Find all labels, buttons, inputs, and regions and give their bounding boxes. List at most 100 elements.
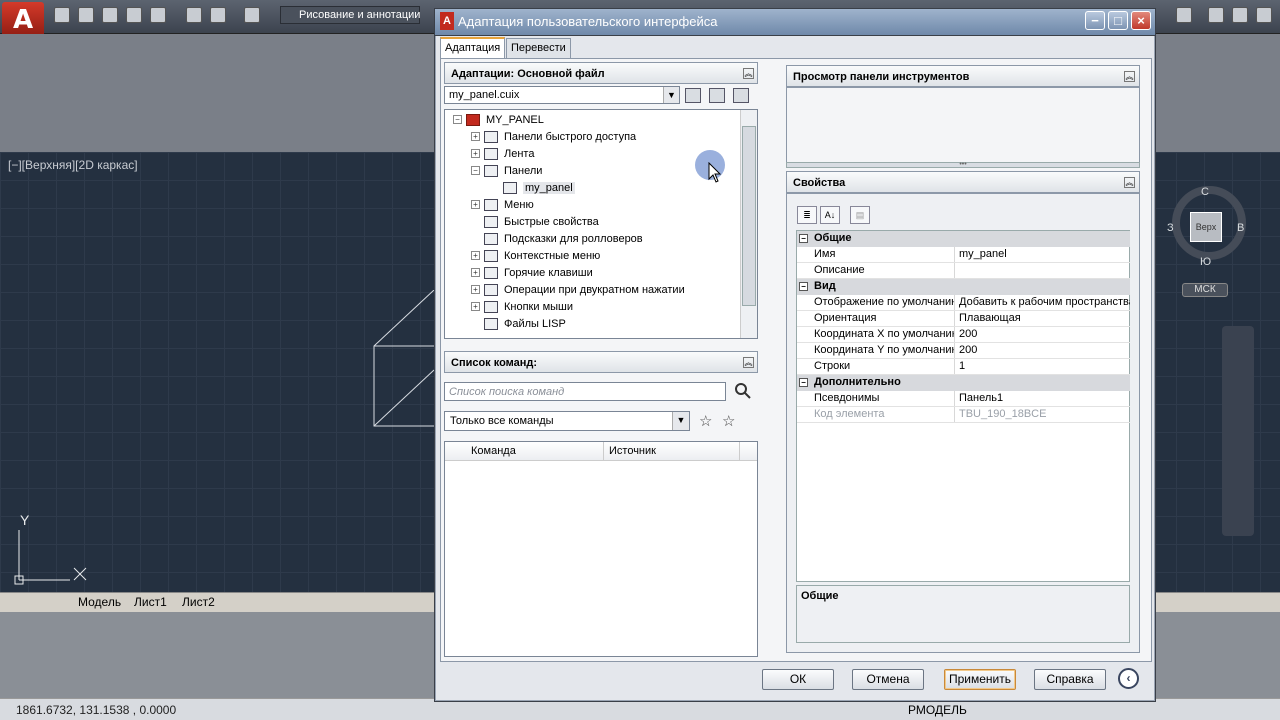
collapse-icon[interactable]: ︽ (1124, 177, 1135, 188)
collapse-category-icon[interactable]: − (799, 282, 808, 291)
tree-node-my-panel[interactable]: my_panel (503, 179, 575, 196)
tree-node-double-click[interactable]: + Операции при двукратном нажатии (471, 281, 685, 298)
tree-node-rollover-tooltips[interactable]: Подсказки для ролловеров (484, 230, 643, 247)
help-button[interactable]: Справка (1034, 669, 1106, 690)
property-row-rows[interactable]: Строки 1 (797, 359, 1130, 375)
tab-customize[interactable]: Адаптация (440, 37, 506, 58)
plot-icon[interactable] (150, 7, 166, 23)
print-icon[interactable] (186, 7, 202, 23)
command-filter-select[interactable]: Только все команды (444, 411, 690, 431)
property-value[interactable]: Плавающая (955, 311, 1130, 326)
collapse-icon[interactable]: ︽ (743, 357, 754, 368)
customization-file-select[interactable]: my_panel.cuix (444, 86, 680, 104)
undo-icon[interactable] (210, 7, 226, 23)
collapse-node-icon[interactable]: − (471, 166, 480, 175)
property-value[interactable]: 1 (955, 359, 1130, 374)
property-value[interactable]: my_panel (955, 247, 1130, 262)
close-app-icon[interactable] (1256, 7, 1272, 23)
scrollbar-thumb[interactable] (742, 126, 756, 306)
collapse-icon[interactable]: ︽ (743, 68, 754, 79)
close-button[interactable]: × (1131, 11, 1151, 30)
tree-node-quick-properties[interactable]: Быстрые свойства (484, 213, 599, 230)
tab-layout2[interactable]: Лист2 (182, 595, 215, 609)
category-advanced[interactable]: − Дополнительно (797, 375, 1130, 391)
expand-node-icon[interactable]: + (471, 268, 480, 277)
customization-tree[interactable]: − MY_PANEL + Панели быстрого доступа + Л… (444, 109, 758, 339)
tree-node-quick-access[interactable]: + Панели быстрого доступа (471, 128, 636, 145)
compass-north[interactable]: С (1201, 186, 1209, 198)
help-icon[interactable] (1176, 7, 1192, 23)
expand-node-icon[interactable]: + (471, 302, 480, 311)
panel-splitter[interactable]: ••• (786, 161, 1140, 168)
collapse-category-icon[interactable]: − (799, 234, 808, 243)
expand-node-icon[interactable]: + (471, 200, 480, 209)
tree-node-mouse-buttons[interactable]: + Кнопки мыши (471, 298, 573, 315)
property-value[interactable]: Добавить к рабочим пространствам (955, 295, 1130, 310)
minimize-button[interactable]: − (1085, 11, 1105, 30)
maximize-button[interactable]: □ (1108, 11, 1128, 30)
property-row-default-x[interactable]: Координата X по умолчанию 200 (797, 327, 1130, 343)
workspace-selector[interactable]: Рисование и аннотации (280, 6, 420, 24)
property-row-aliases[interactable]: Псевдонимы Панель1 (797, 391, 1130, 407)
property-row-default-display[interactable]: Отображение по умолчанию Добавить к рабо… (797, 295, 1130, 311)
chevron-down-icon[interactable]: ▼ (672, 412, 689, 430)
tab-transfer[interactable]: Перевести (506, 38, 571, 58)
navigation-bar[interactable] (1222, 326, 1254, 536)
command-list[interactable] (444, 441, 758, 657)
search-icon[interactable] (734, 382, 752, 400)
compass-south[interactable]: Ю (1200, 256, 1211, 268)
redo-icon[interactable] (244, 7, 260, 23)
tree-node-ribbon[interactable]: + Лента (471, 145, 534, 162)
save-all-icon[interactable] (733, 88, 749, 103)
tab-model[interactable]: Модель (78, 595, 121, 609)
ok-button[interactable]: ОК (762, 669, 834, 690)
column-command[interactable]: Команда (471, 445, 516, 457)
tree-node-menus[interactable]: + Меню (471, 196, 534, 213)
collapse-icon[interactable]: ︽ (1124, 71, 1135, 82)
property-value[interactable]: Панель1 (955, 391, 1130, 406)
tab-layout1[interactable]: Лист1 (134, 595, 167, 609)
expand-node-icon[interactable]: + (471, 285, 480, 294)
compass-west[interactable]: З (1167, 222, 1174, 234)
property-value[interactable]: 200 (955, 343, 1130, 358)
property-row-name[interactable]: Имя my_panel (797, 247, 1130, 263)
tree-scrollbar[interactable] (740, 110, 757, 338)
property-value[interactable] (955, 263, 1130, 278)
property-row-default-y[interactable]: Координата Y по умолчанию 200 (797, 343, 1130, 359)
property-grid[interactable]: − Общие Имя my_panel Описание − Вид Отоб… (796, 230, 1130, 582)
collapse-category-icon[interactable]: − (799, 378, 808, 387)
restore-app-icon[interactable] (1232, 7, 1248, 23)
property-row-description[interactable]: Описание (797, 263, 1130, 279)
open-file-icon[interactable] (685, 88, 701, 103)
property-row-orientation[interactable]: Ориентация Плавающая (797, 311, 1130, 327)
cancel-button[interactable]: Отмена (852, 669, 924, 690)
collapse-dialog-icon[interactable]: ‹ (1118, 668, 1139, 689)
property-pages-icon[interactable]: ▤ (850, 206, 870, 224)
tree-node-toolbars[interactable]: − Панели (471, 162, 542, 179)
column-source[interactable]: Источник (609, 445, 656, 457)
collapse-node-icon[interactable]: − (453, 115, 462, 124)
add-command-icon[interactable]: ☆ (722, 412, 735, 430)
ucs-menu[interactable]: МСК (1182, 283, 1228, 297)
expand-node-icon[interactable]: + (471, 149, 480, 158)
save-as-icon[interactable] (126, 7, 142, 23)
property-value[interactable]: 200 (955, 327, 1130, 342)
viewport-label[interactable]: [−][Верхняя][2D каркас] (8, 158, 138, 172)
category-appearance[interactable]: − Вид (797, 279, 1130, 295)
compass-east[interactable]: В (1237, 222, 1244, 234)
model-space-toggle[interactable]: РМОДЕЛЬ (908, 703, 967, 717)
minimize-app-icon[interactable] (1208, 7, 1224, 23)
expand-node-icon[interactable]: + (471, 251, 480, 260)
save-icon[interactable] (102, 7, 118, 23)
expand-node-icon[interactable]: + (471, 132, 480, 141)
new-command-icon[interactable]: ☆ (699, 412, 712, 430)
alphabetical-view-icon[interactable]: A↓ (820, 206, 840, 224)
new-file-icon[interactable] (54, 7, 70, 23)
categorized-view-icon[interactable]: ≣ (797, 206, 817, 224)
tree-node-root[interactable]: − MY_PANEL (453, 111, 544, 128)
tree-node-shortcut-menus[interactable]: + Контекстные меню (471, 247, 600, 264)
category-general[interactable]: − Общие (797, 231, 1130, 247)
viewcube-face[interactable]: Верх (1190, 212, 1222, 242)
open-file-icon[interactable] (78, 7, 94, 23)
tree-node-lisp-files[interactable]: Файлы LISP (484, 315, 566, 332)
